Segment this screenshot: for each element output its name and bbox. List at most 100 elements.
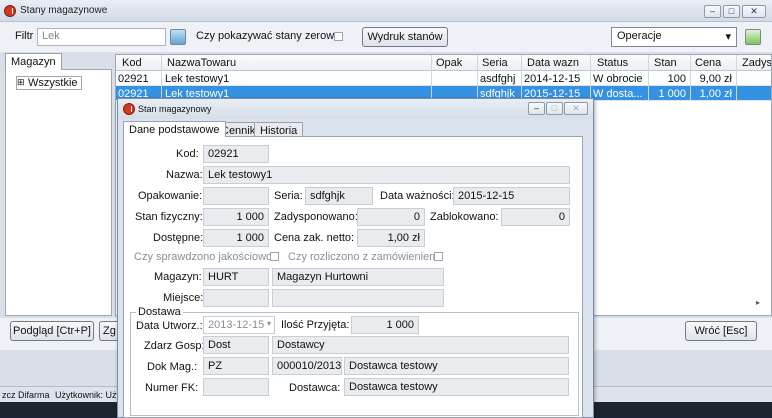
- dostawca-field[interactable]: Dostawca testowy: [344, 378, 569, 396]
- kod-label: Kod:: [176, 148, 199, 160]
- dostawa-group-label: Dostawa: [136, 306, 183, 318]
- operations-value: Operacje: [617, 30, 662, 42]
- zadysponowano-label: Zadysponowano:: [274, 211, 358, 223]
- restore-button[interactable]: □: [723, 5, 740, 18]
- cell-kod: 02921: [118, 73, 149, 85]
- dialog-title: Stan magazynowy: [138, 104, 212, 114]
- dostawca-label: Dostawca:: [289, 382, 341, 394]
- export-icon[interactable]: [745, 29, 761, 45]
- col-data[interactable]: Data wazn: [527, 57, 579, 69]
- zadysponowano-field[interactable]: 0: [357, 208, 425, 226]
- scroll-right-icon[interactable]: ▸: [756, 298, 760, 307]
- seria-field[interactable]: sdfghjk: [305, 187, 373, 205]
- show-zero-checkbox[interactable]: [334, 32, 343, 41]
- grid-divider: [521, 55, 522, 101]
- grid-divider: [648, 55, 649, 101]
- status-company: zcz Difarma: [2, 390, 50, 400]
- seria-label: Seria:: [274, 190, 303, 202]
- dostepne-label: Dostępne:: [153, 232, 204, 244]
- filter-input[interactable]: Lek: [37, 28, 166, 46]
- data-waznosci-label: Data ważności:: [380, 190, 455, 202]
- back-button[interactable]: Wróć [Esc]: [685, 321, 757, 341]
- col-status[interactable]: Status: [597, 57, 628, 69]
- dok-mag-nr-field[interactable]: 000010/2013: [272, 357, 342, 375]
- ilosc-przyjeta-field[interactable]: 1 000: [351, 316, 419, 334]
- numer-fk-field[interactable]: [203, 378, 269, 396]
- dialog-title-bar: Stan magazynowy – □ ✕: [118, 99, 593, 119]
- data-utworzenia-value: 2013-12-15: [208, 319, 265, 331]
- magazyn-kod-field[interactable]: HURT: [203, 268, 269, 286]
- cena-zak-label: Cena zak. netto:: [274, 232, 355, 244]
- operations-select[interactable]: Operacje ▾: [611, 27, 737, 47]
- col-cena[interactable]: Cena: [695, 57, 721, 69]
- col-zadys[interactable]: Zadys: [742, 57, 771, 69]
- zdarz-gosp-nazwa-field[interactable]: Dostawcy: [272, 336, 569, 354]
- tab-historia[interactable]: Historia: [254, 122, 304, 137]
- grid-header: Kod NazwaTowaru Opak Seria Data wazn Sta…: [116, 55, 771, 71]
- grid-divider: [161, 55, 162, 101]
- cell-seria: asdfghj: [480, 73, 516, 85]
- ilosc-przyjeta-label: Ilość Przyjęta:: [281, 319, 350, 331]
- zdarz-gosp-kod-field[interactable]: Dost: [203, 336, 269, 354]
- zdarz-gosp-label: Zdarz Gosp:: [144, 340, 205, 352]
- zablokowano-field[interactable]: 0: [501, 208, 570, 226]
- chevron-down-icon: ▾: [725, 31, 731, 43]
- cell-stan: 100: [667, 73, 686, 85]
- col-stan[interactable]: Stan: [654, 57, 677, 69]
- dok-mag-dostawca-field[interactable]: Dostawca testowy: [344, 357, 569, 375]
- app-icon: [123, 103, 135, 115]
- main-title-bar: Stany magazynowe – □ ✕: [0, 0, 772, 22]
- data-utworzenia-picker[interactable]: 2013-12-15 ▾: [203, 316, 275, 334]
- dialog-minimize-button[interactable]: –: [528, 102, 545, 115]
- tab-magazyn[interactable]: Magazyn: [5, 53, 62, 70]
- search-icon[interactable]: [170, 29, 186, 45]
- show-zero-label: Czy pokazywać stany zerowe: [196, 30, 341, 42]
- cell-stan: 1 000: [658, 88, 686, 100]
- miejsce-field[interactable]: [203, 289, 269, 307]
- close-button[interactable]: ✕: [742, 5, 766, 18]
- stock-detail-dialog: Stan magazynowy – □ ✕ Dane podstawowe Ce…: [117, 98, 594, 418]
- chevron-down-icon: ▾: [266, 319, 271, 328]
- nazwa-label: Nazwa:: [166, 169, 203, 181]
- miejsce-label: Miejsce:: [163, 292, 204, 304]
- tab-dane-podstawowe[interactable]: Dane podstawowe: [123, 121, 226, 137]
- data-utworzenia-label: Data Utworz.:: [136, 320, 203, 332]
- dok-mag-label: Dok Mag.:: [147, 361, 198, 373]
- col-nazwa[interactable]: NazwaTowaru: [167, 57, 236, 69]
- grid-divider: [690, 55, 691, 101]
- warehouse-tree-panel: ⊞ Wszystkie: [5, 69, 112, 316]
- magazyn-label: Magazyn:: [154, 271, 202, 283]
- nazwa-field[interactable]: Lek testowy1: [203, 166, 570, 184]
- col-kod[interactable]: Kod: [122, 57, 142, 69]
- grid-divider: [590, 55, 591, 101]
- print-button[interactable]: Wydruk stanów: [362, 27, 448, 47]
- jakosc-checkbox[interactable]: [270, 252, 279, 261]
- minimize-button[interactable]: –: [704, 5, 721, 18]
- tree-item-wszystkie[interactable]: Wszystkie: [28, 77, 78, 89]
- zablokowano-label: Zablokowano:: [430, 211, 499, 223]
- dialog-restore-button[interactable]: □: [546, 102, 563, 115]
- stan-fizyczny-field[interactable]: 1 000: [203, 208, 269, 226]
- dok-mag-typ-field[interactable]: PZ: [203, 357, 269, 375]
- col-seria[interactable]: Seria: [482, 57, 508, 69]
- cell-data: 2014-12-15: [524, 73, 581, 85]
- table-row[interactable]: 02921 Lek testowy1 asdfghj 2014-12-15 W …: [116, 71, 771, 86]
- dialog-close-button[interactable]: ✕: [564, 102, 588, 115]
- dialog-panel: Kod: 02921 Nazwa: Lek testowy1 Opakowani…: [123, 136, 583, 418]
- miejsce-opis-field[interactable]: [272, 289, 444, 307]
- kod-field[interactable]: 02921: [203, 145, 269, 163]
- magazyn-nazwa-field[interactable]: Magazyn Hurtowni: [272, 268, 444, 286]
- opakowanie-field[interactable]: [203, 187, 269, 205]
- jakosc-label: Czy sprawdzono jakościowo: [134, 251, 273, 263]
- rozliczono-checkbox[interactable]: [434, 252, 443, 261]
- cell-cena: 9,00 zł: [699, 73, 732, 85]
- data-waznosci-field[interactable]: 2015-12-15: [453, 187, 570, 205]
- rozliczono-label: Czy rozliczono z zamówieniem: [288, 251, 439, 263]
- preview-button[interactable]: Podgląd [Ctr+P]: [10, 321, 94, 341]
- dostepne-field[interactable]: 1 000: [203, 229, 269, 247]
- col-opak[interactable]: Opak: [436, 57, 462, 69]
- opakowanie-label: Opakowanie:: [138, 190, 203, 202]
- cell-status: W dosta...: [593, 88, 643, 100]
- tree-expander-icon[interactable]: ⊞: [17, 77, 25, 88]
- cena-zak-field[interactable]: 1,00 zł: [357, 229, 425, 247]
